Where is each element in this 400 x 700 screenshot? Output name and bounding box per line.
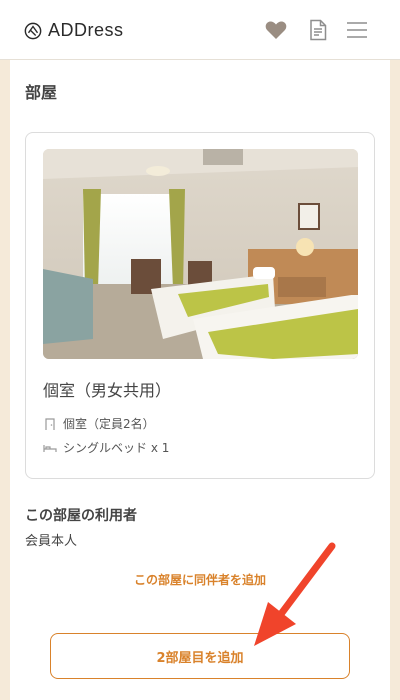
hotel-room-image: [43, 149, 358, 359]
door-icon: [45, 417, 55, 430]
section-title-room: 部屋: [25, 83, 58, 102]
room-bed-text: シングルベッド x 1: [63, 441, 170, 455]
brand-logo[interactable]: ADDress: [24, 20, 124, 41]
room-capacity-text: 個室（定員2名）: [63, 417, 155, 431]
add-second-room-label: 2部屋目を追加: [156, 650, 244, 666]
bed-icon: [43, 444, 57, 452]
room-name: 個室（男女共用）: [43, 381, 172, 400]
document-icon[interactable]: [306, 18, 330, 42]
add-companion-link[interactable]: この部屋に同伴者を追加: [10, 571, 390, 588]
room-bed: シングルベッド x 1: [43, 439, 169, 456]
room-users-value: 会員本人: [25, 534, 78, 549]
hamburger-menu-icon[interactable]: [345, 18, 369, 42]
main-content: 部屋 個室（男女共用） 個室（定員2名） シングルベッド x 1 この部屋の利用…: [10, 60, 390, 700]
room-card: 個室（男女共用） 個室（定員2名） シングルベッド x 1: [25, 132, 375, 479]
room-photo: [43, 149, 358, 359]
room-users-heading: この部屋の利用者: [25, 508, 137, 524]
add-second-room-button[interactable]: 2部屋目を追加: [50, 633, 350, 679]
app-header: ADDress: [0, 0, 400, 60]
room-capacity: 個室（定員2名）: [43, 415, 155, 432]
brand-name: ADDress: [48, 20, 124, 40]
heart-icon[interactable]: [264, 18, 288, 42]
addr-logo-icon: [24, 22, 42, 39]
